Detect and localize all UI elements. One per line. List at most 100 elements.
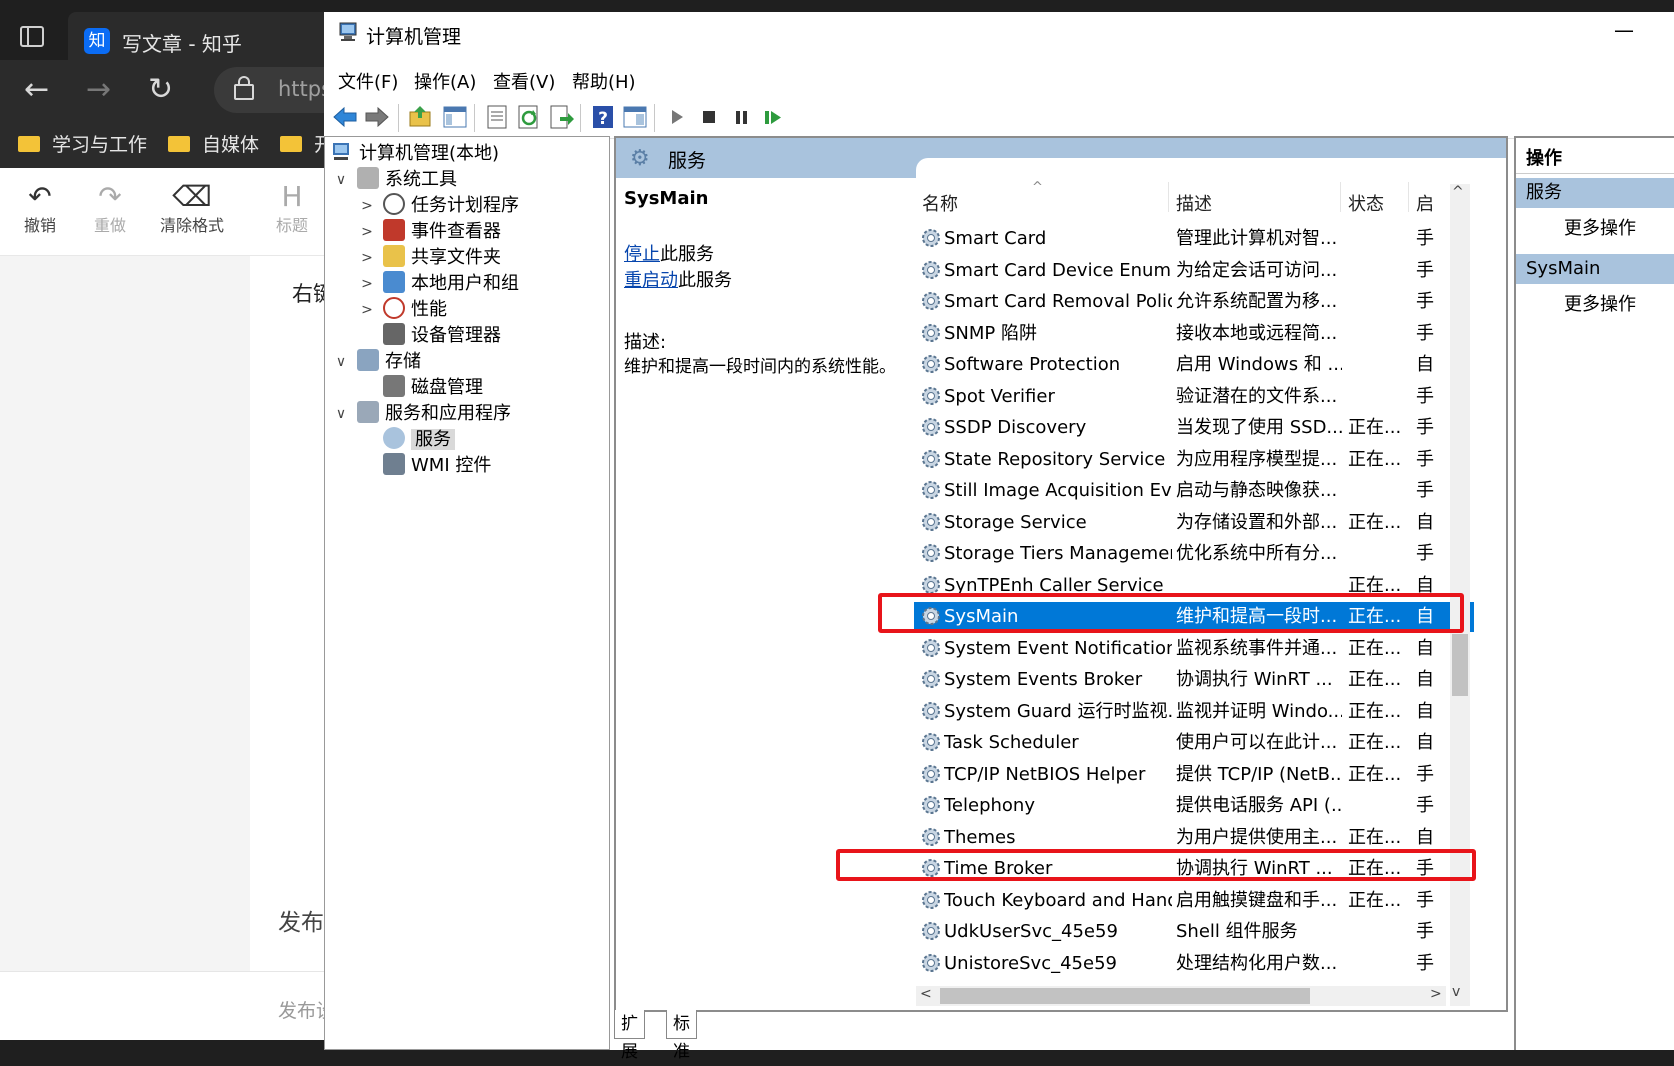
column-header-name[interactable]: 名称 (922, 190, 958, 216)
service-row[interactable]: System Events Broker 协调执行 WinRT ... 正在... 自 (914, 665, 1474, 695)
column-header-status[interactable]: 状态 (1348, 190, 1384, 216)
tree-item-services[interactable]: 服务 (383, 427, 455, 453)
show-hide-tree-icon[interactable] (442, 104, 468, 130)
tree-item-task-scheduler[interactable]: > 任务计划程序 (361, 193, 519, 219)
service-row[interactable]: TCP/IP NetBIOS Helper 提供 TCP/IP (NetB... 正… (914, 760, 1474, 790)
more-actions-link[interactable]: 更多操作 (1564, 290, 1636, 316)
column-header-description[interactable]: 描述 (1176, 190, 1212, 216)
redo-button[interactable]: ↷ 重做 (94, 182, 126, 236)
service-row[interactable]: Storage Service 为存储设置和外部... 正在... 自 (914, 508, 1474, 538)
tree-root[interactable]: 计算机管理(本地) (331, 141, 499, 167)
expand-icon[interactable]: > (357, 245, 377, 271)
tree-item-disk-management[interactable]: 磁盘管理 (383, 375, 483, 401)
back-arrow-icon[interactable] (332, 104, 358, 130)
forward-arrow-icon[interactable] (364, 104, 390, 130)
service-row-name: UdkUserSvc_45e59 (944, 921, 1118, 942)
up-folder-icon[interactable] (408, 104, 434, 130)
actions-section-services[interactable]: 服务 (1516, 178, 1674, 208)
menu-view[interactable]: 查看(V) (493, 68, 555, 94)
minimize-icon[interactable]: — (1614, 18, 1634, 42)
menu-action[interactable]: 操作(A) (414, 68, 476, 94)
service-row[interactable]: Themes 为用户提供使用主... 正在... 自 (914, 823, 1474, 853)
scroll-up-icon[interactable]: ^ (1452, 184, 1464, 200)
service-row[interactable]: SysMain 维护和提高一段时... 正在... 自 (914, 602, 1474, 632)
service-row[interactable]: UdkUserSvc_45e59 Shell 组件服务 手 (914, 917, 1474, 947)
tree-item-storage[interactable]: ∨ 存储 (336, 349, 421, 375)
clear-format-button[interactable]: ⌫ 清除格式 (160, 182, 224, 236)
tree-item-local-users[interactable]: > 本地用户和组 (361, 271, 519, 297)
service-row-name: Still Image Acquisition Eve... (944, 480, 1172, 501)
expand-icon[interactable]: ∨ (331, 167, 351, 193)
service-row[interactable]: State Repository Service 为应用程序模型提... 正在...… (914, 445, 1474, 475)
tree-item-wmi-control[interactable]: WMI 控件 (383, 453, 491, 479)
reload-icon[interactable]: ↻ (148, 70, 173, 110)
service-row[interactable]: SNMP 陷阱 接收本地或远程简... 手 (914, 319, 1474, 349)
service-row[interactable]: System Event Notification ...监视系统事件并通...… (914, 634, 1474, 664)
vertical-scrollbar[interactable]: ^ v (1450, 184, 1470, 1006)
scrollbar-thumb[interactable] (940, 988, 1310, 1004)
service-row[interactable]: System Guard 运行时监视... 监视并证明 Windo... 正在...… (914, 697, 1474, 727)
restart-service-icon[interactable] (760, 104, 786, 130)
service-row-status: 正在... (1348, 763, 1402, 785)
service-row[interactable]: Smart Card Removal Policy 允许系统配置为移... 手 (914, 287, 1474, 317)
tree-item-device-manager[interactable]: 设备管理器 (383, 323, 501, 349)
refresh-icon[interactable] (516, 104, 542, 130)
service-row[interactable]: Task Scheduler 使用户可以在此计... 正在... 自 (914, 728, 1474, 758)
expand-icon[interactable]: ∨ (331, 349, 351, 375)
scrollbar-thumb[interactable] (1452, 634, 1468, 696)
service-row[interactable]: Still Image Acquisition Eve...启动与静态映像获..… (914, 476, 1474, 506)
service-row[interactable]: Smart Card 管理此计算机对智... 手 (914, 224, 1474, 254)
service-row[interactable]: Software Protection 启用 Windows 和 ... 自 (914, 350, 1474, 380)
bookmark-folder[interactable]: 学习与工作 (18, 130, 147, 157)
export-list-icon[interactable] (548, 104, 574, 130)
console-view-icon[interactable] (622, 104, 648, 130)
service-row-startup: 自 (1416, 826, 1434, 848)
window-titlebar[interactable]: 计算机管理 — (324, 12, 1674, 56)
bookmark-folder[interactable]: 自媒体 (168, 130, 259, 157)
properties-icon[interactable] (484, 104, 510, 130)
horizontal-scrollbar[interactable]: < > (916, 986, 1446, 1006)
expand-icon[interactable]: > (357, 271, 377, 297)
stop-service-link[interactable]: 停止 (624, 244, 660, 265)
expand-icon[interactable]: ∨ (331, 401, 351, 427)
service-row[interactable]: Telephony 提供电话服务 API (... 手 (914, 791, 1474, 821)
service-row-description: 启动与静态映像获... (1176, 480, 1338, 501)
scroll-down-icon[interactable]: v (1452, 984, 1460, 1000)
tree-item-performance[interactable]: > 性能 (361, 297, 447, 323)
window-layout-icon[interactable] (20, 26, 44, 47)
tab-extended[interactable]: 扩展 (614, 1010, 645, 1062)
service-row[interactable]: Storage Tiers Management 优化系统中所有分... 手 (914, 539, 1474, 569)
service-row[interactable]: Spot Verifier 验证潜在的文件系... 手 (914, 382, 1474, 412)
tree-item-event-viewer[interactable]: > 事件查看器 (361, 219, 501, 245)
service-row[interactable]: Smart Card Device Enumer...为给定会话可访问... 手 (914, 256, 1474, 286)
back-icon[interactable]: ← (24, 70, 49, 110)
column-header-startup[interactable]: 启 (1416, 190, 1434, 216)
tree-item-services-and-apps[interactable]: ∨ 服务和应用程序 (336, 401, 511, 427)
menu-help[interactable]: 帮助(H) (572, 68, 636, 94)
undo-button[interactable]: ↶ 撤销 (24, 182, 56, 236)
heading-button[interactable]: H 标题 (276, 182, 308, 236)
menu-file[interactable]: 文件(F) (338, 68, 398, 94)
start-service-icon[interactable] (664, 104, 690, 130)
pause-service-icon[interactable] (728, 104, 754, 130)
service-row-description: 允许系统配置为移... (1176, 291, 1338, 312)
expand-icon[interactable]: > (357, 297, 377, 323)
expand-icon[interactable]: > (357, 193, 377, 219)
service-row[interactable]: Time Broker 协调执行 WinRT ... 正在... 手 (914, 854, 1474, 884)
tree-item-system-tools[interactable]: ∨ 系统工具 (336, 167, 457, 193)
tree-item-shared-folders[interactable]: > 共享文件夹 (361, 245, 501, 271)
service-row[interactable]: SSDP Discovery 当发现了使用 SSD... 正在... 手 (914, 413, 1474, 443)
tab-standard[interactable]: 标准 (666, 1010, 697, 1062)
more-actions-link[interactable]: 更多操作 (1564, 214, 1636, 240)
actions-section-sysmain[interactable]: SysMain (1516, 254, 1674, 284)
help-icon[interactable]: ? (590, 104, 616, 130)
expand-icon[interactable]: > (357, 219, 377, 245)
service-row[interactable]: UnistoreSvc_45e59 处理结构化用户数... 手 (914, 949, 1474, 979)
stop-service-icon[interactable] (696, 104, 722, 130)
scroll-right-icon[interactable]: > (1430, 986, 1442, 1002)
service-row[interactable]: Touch Keyboard and Hand... 启用触摸键盘和手... 正在.… (914, 886, 1474, 916)
service-row[interactable]: SynTPEnh Caller Service 正在... 自 (914, 571, 1474, 601)
scroll-left-icon[interactable]: < (920, 986, 932, 1002)
restart-service-link[interactable]: 重启动 (624, 270, 678, 291)
forward-icon[interactable]: → (86, 70, 111, 110)
